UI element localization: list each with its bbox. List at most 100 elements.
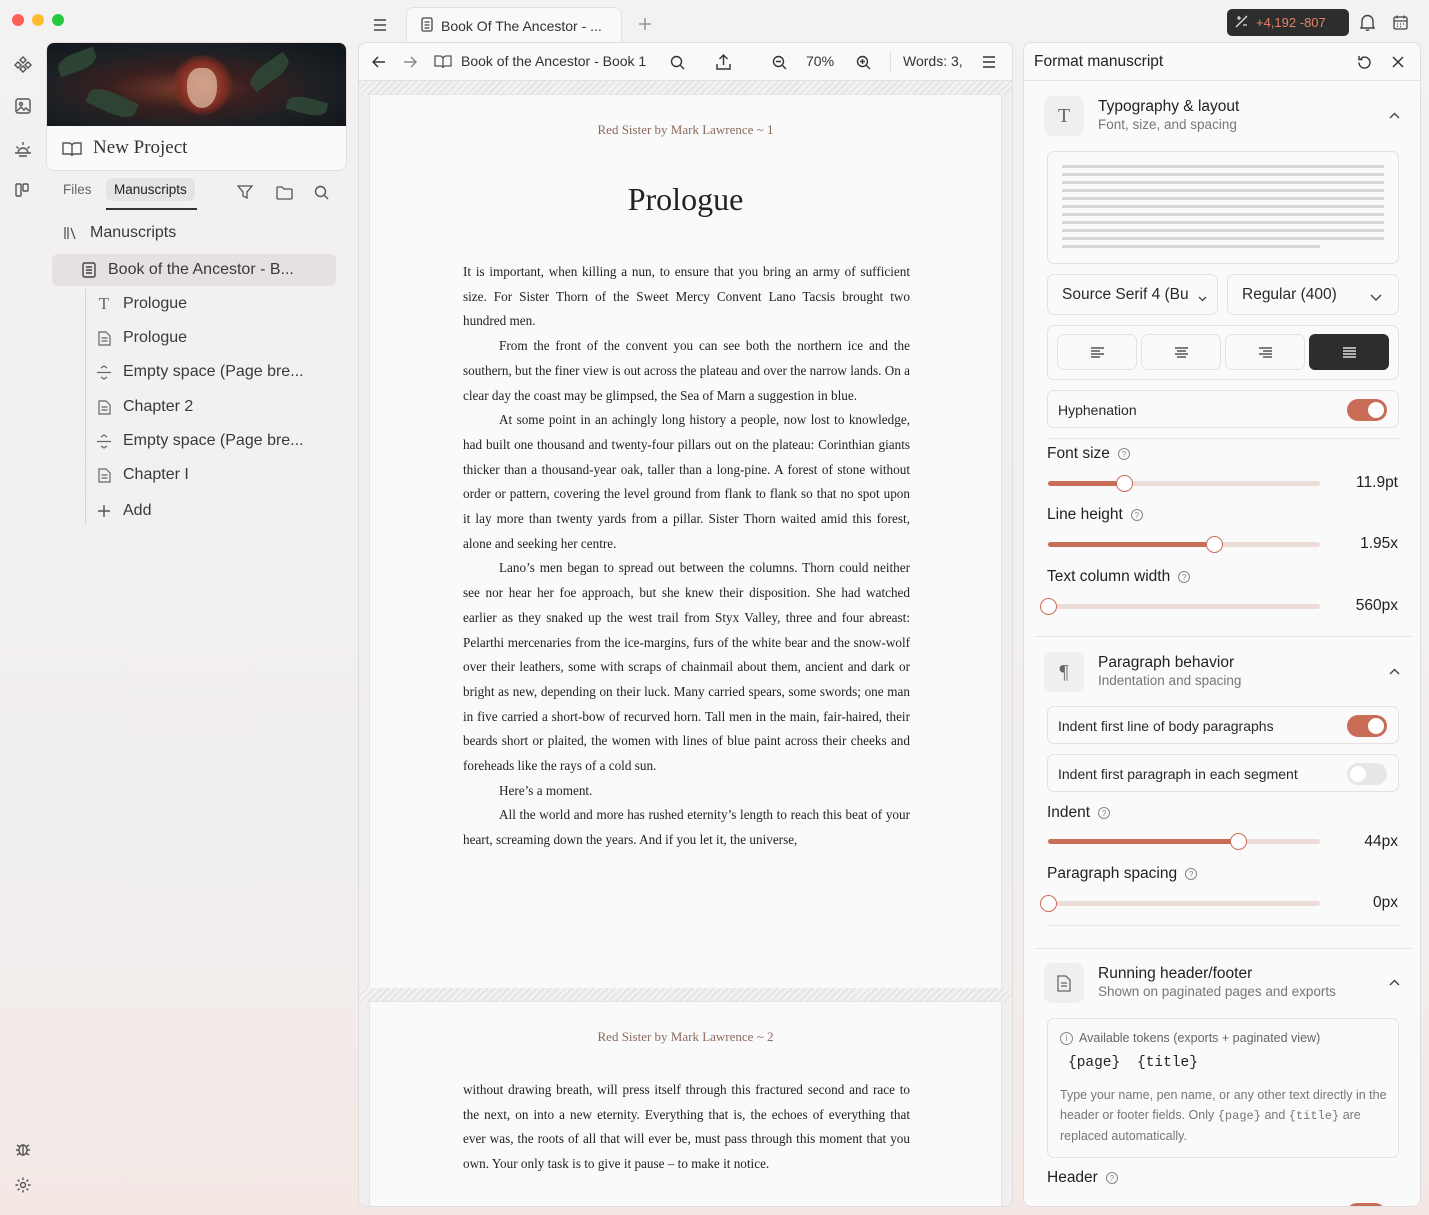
align-right-icon [1258,346,1272,358]
running-header: Red Sister by Mark Lawrence ~ 1 [597,122,774,137]
new-tab-plus-icon[interactable] [636,15,654,33]
section-subtitle-typography: Font, size, and spacing [1098,117,1237,132]
tree-item-label: Add [123,502,152,519]
font-size-slider[interactable] [1048,475,1320,492]
tree-add-button[interactable]: Add [95,502,151,520]
open-book-icon [61,139,83,159]
share-export-icon[interactable] [713,52,733,72]
slider-handle[interactable] [1040,895,1057,912]
token-page[interactable]: {page} [1068,1055,1120,1071]
paragraph: Lano’s men began to spread out between t… [463,560,910,774]
line-height-slider[interactable] [1048,536,1320,553]
slider-handle[interactable] [1205,536,1223,553]
slider-handle[interactable] [1040,598,1057,615]
help-icon[interactable]: ? [1098,807,1111,819]
zoom-in-icon[interactable] [853,52,873,72]
indent-first-paragraph-row[interactable]: Indent first paragraph in each segment [1047,754,1399,792]
tree-item-prologue-title[interactable]: T Prologue [95,294,187,313]
board-icon[interactable] [12,179,34,201]
calendar-icon[interactable] [1390,12,1410,32]
folder-icon[interactable] [274,182,294,202]
tab-files[interactable]: Files [63,182,92,197]
bug-icon[interactable] [12,1138,34,1160]
tree-item-book[interactable]: Book of the Ancestor - B... [80,261,294,279]
chevron-up-icon[interactable] [1386,107,1402,123]
image-icon[interactable] [12,95,34,117]
header-toggle[interactable] [1346,1203,1386,1206]
slider-handle[interactable] [1116,475,1134,492]
help-icon[interactable]: ? [1130,509,1143,521]
reader-book-icon[interactable] [432,52,454,72]
tree-item-chapter-i[interactable]: Chapter I [95,466,189,484]
document-icon [95,398,113,416]
tree-item-label: Empty space (Page bre... [123,363,304,380]
close-window-button[interactable] [12,14,24,26]
editor-pane: Book of the Ancestor - Book 1 70% Words:… [358,42,1013,1207]
tree-item-page-break-2[interactable]: Empty space (Page bre... [95,432,304,450]
tree-item-page-break-1[interactable]: Empty space (Page bre... [95,363,304,381]
token-title[interactable]: {title} [1137,1055,1198,1071]
font-family-select[interactable]: Source Serif 4 (Bu [1047,274,1218,315]
forward-arrow-icon[interactable] [400,52,420,72]
align-center-button[interactable] [1141,334,1221,370]
word-delta-badge[interactable]: +4,192 -807 [1227,9,1349,36]
help-icon[interactable]: ? [1185,868,1198,880]
tree-item-chapter-2[interactable]: Chapter 2 [95,398,193,416]
filter-icon[interactable] [235,182,255,202]
align-right-button[interactable] [1225,334,1305,370]
indent-slider[interactable] [1048,833,1320,850]
minimize-window-button[interactable] [32,14,44,26]
close-icon[interactable] [1388,52,1408,72]
bell-icon[interactable] [1357,12,1377,32]
indent-first-paragraph-label: Indent first paragraph in each segment [1058,766,1298,782]
library-icon [62,224,80,242]
page-body-text[interactable]: It is important, when killing a nun, to … [463,260,910,853]
indent-first-paragraph-toggle[interactable] [1347,763,1387,785]
tree-item-label: Book of the Ancestor - B... [108,261,294,278]
back-arrow-icon[interactable] [369,52,389,72]
help-icon[interactable]: ? [1117,448,1130,460]
project-card[interactable]: New Project [46,42,347,171]
search-icon[interactable] [311,182,331,202]
slider-handle[interactable] [1230,833,1248,850]
preview-line [1062,221,1384,224]
line-height-label-row: Line height ? [1047,506,1143,524]
paragraph-spacing-slider[interactable] [1040,895,1320,912]
sidebar-toggle-icon[interactable] [370,15,390,35]
panel-title: Format manuscript [1034,53,1164,70]
font-weight-select[interactable]: Regular (400) [1227,274,1399,315]
tree-root-manuscripts[interactable]: Manuscripts [62,224,176,242]
tree-root-label: Manuscripts [90,224,177,241]
help-icon[interactable]: ? [1105,1172,1118,1184]
zoom-window-button[interactable] [52,14,64,26]
breadcrumb[interactable]: Book of the Ancestor - Book 1 [461,53,646,69]
preview-line [1062,165,1384,168]
page-body-text[interactable]: without drawing breath, will press itsel… [463,1078,910,1177]
zoom-out-icon[interactable] [769,52,789,72]
hyphenation-toggle[interactable] [1347,399,1387,421]
chevron-up-icon[interactable] [1386,974,1402,990]
manuscript-page-2[interactable]: Red Sister by Mark Lawrence ~ 2 without … [370,1002,1001,1206]
indent-label: Indent [1047,804,1091,821]
column-width-slider[interactable] [1040,598,1320,615]
align-left-button[interactable] [1057,334,1137,370]
help-icon[interactable]: ? [1178,571,1191,583]
tab-manuscripts[interactable]: Manuscripts [106,178,195,201]
indent-first-line-row[interactable]: Indent first line of body paragraphs [1047,706,1399,744]
sunrise-icon[interactable] [12,137,34,159]
align-justify-button[interactable] [1309,334,1389,370]
reset-icon[interactable] [1354,52,1374,72]
document-tab[interactable]: Book Of The Ancestor - ... [406,7,622,43]
section-title-header-footer: Running header/footer [1098,965,1253,982]
indent-first-line-toggle[interactable] [1347,715,1387,737]
tree-item-prologue-doc[interactable]: Prologue [95,329,187,347]
chapter-title: Prologue [627,181,744,217]
chevron-up-icon[interactable] [1386,663,1402,679]
manuscript-page-1[interactable]: Red Sister by Mark Lawrence ~ 1 Prologue… [370,95,1001,988]
hyphenation-row[interactable]: Hyphenation [1047,390,1399,428]
hyphenation-label: Hyphenation [1058,402,1137,418]
find-icon[interactable] [667,52,687,72]
outline-menu-icon[interactable] [979,52,999,72]
components-icon[interactable] [12,53,34,75]
settings-gear-icon[interactable] [12,1174,34,1196]
